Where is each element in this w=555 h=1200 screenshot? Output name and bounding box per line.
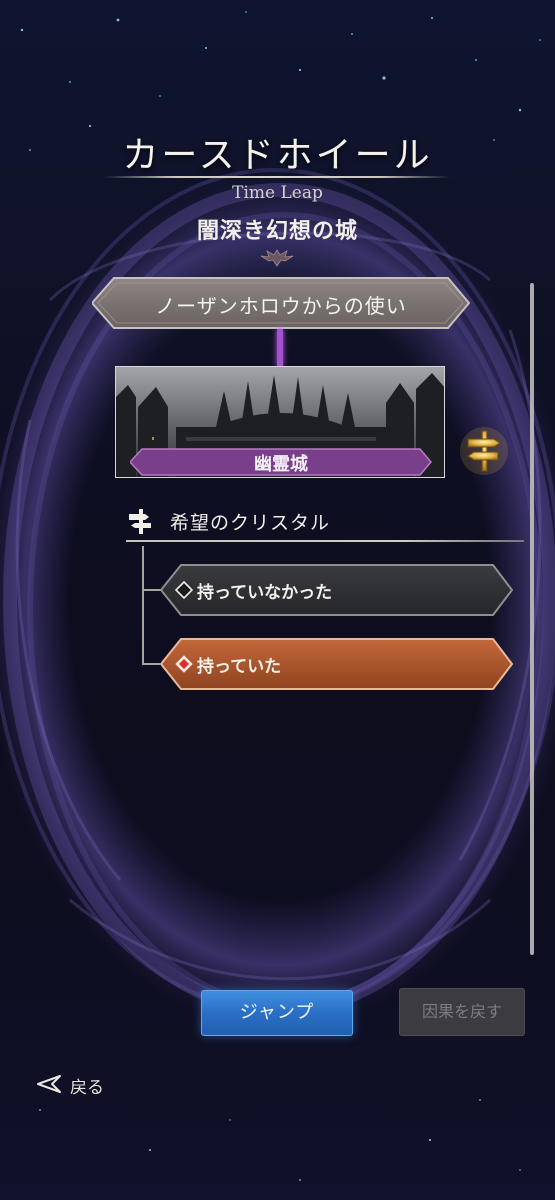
location-label-bar: 幽霊城 (130, 448, 432, 476)
signpost-icon (460, 427, 508, 475)
timeline-connector (277, 329, 283, 366)
game-title: カースドホイール (122, 135, 433, 176)
option-label: 持っていなかった (197, 583, 333, 603)
back-button[interactable]: 戻る (34, 1071, 124, 1098)
tree-connector-vertical (142, 546, 144, 664)
diamond-unselected-icon (175, 581, 193, 599)
branch-option-had[interactable]: 持っていた (161, 638, 513, 690)
branch-option-not-had[interactable]: 持っていなかった (161, 564, 513, 616)
location-label: 幽霊城 (254, 454, 308, 475)
branch-title: 希望のクリスタル (170, 512, 331, 534)
title-divider (104, 176, 450, 178)
signpost-button[interactable] (458, 425, 510, 477)
branch-divider (126, 540, 524, 542)
event-banner-label: ノーザンホロウからの使い (155, 294, 407, 318)
option-label: 持っていた (197, 657, 282, 677)
revert-causality-button[interactable]: 因果を戻す (399, 988, 525, 1036)
time-leap-screen: カースドホイール Time Leap 闇深き幻想の城 ノーザンホロウからの使い (0, 0, 555, 1200)
back-arrow-icon (37, 1075, 61, 1093)
bat-crest-icon (260, 249, 294, 267)
diamond-selected-icon (175, 655, 193, 673)
event-banner[interactable]: ノーザンホロウからの使い (92, 277, 470, 329)
signpost-white-icon (129, 509, 151, 534)
mode-subtitle: Time Leap (232, 183, 323, 203)
jump-button[interactable]: ジャンプ (201, 990, 353, 1036)
back-button-label: 戻る (70, 1078, 104, 1098)
scrollbar[interactable] (530, 283, 534, 955)
chapter-title: 闇深き幻想の城 (196, 218, 358, 244)
